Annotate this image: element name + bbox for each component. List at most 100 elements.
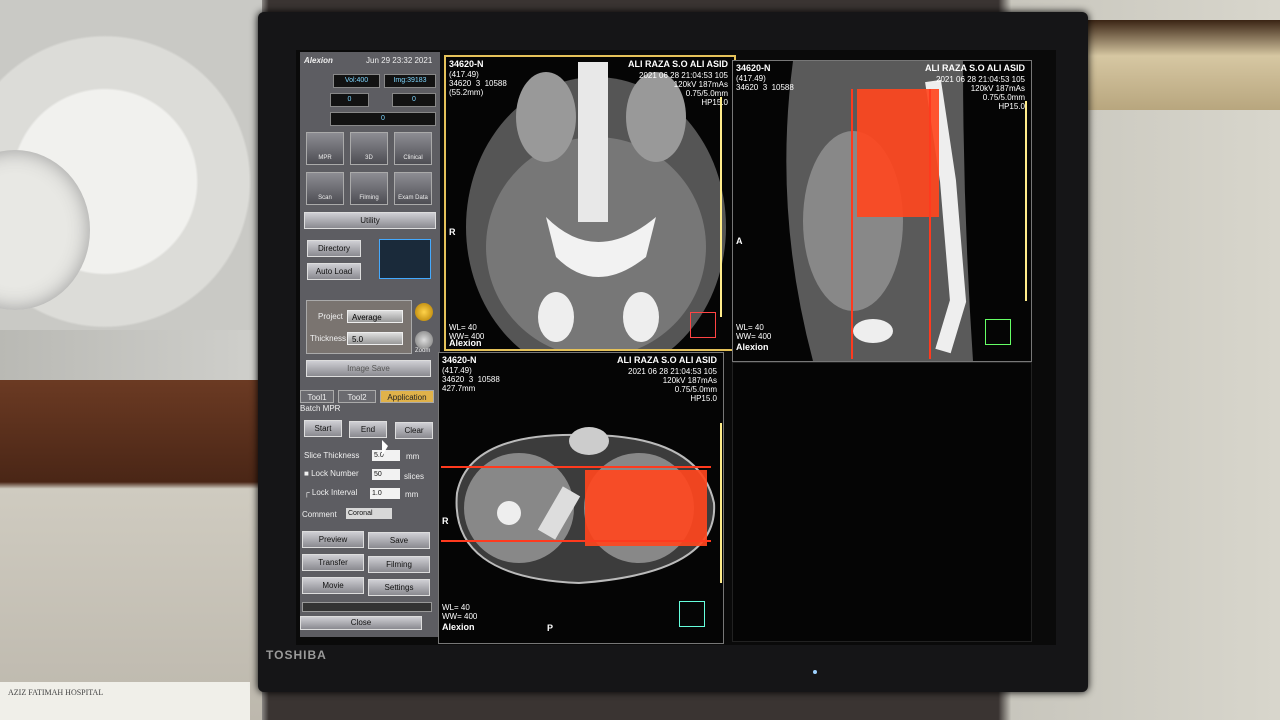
- axial-vendor: Alexion: [442, 622, 475, 632]
- tab-tool1[interactable]: Tool1: [300, 390, 334, 403]
- sagittal-range-line-left[interactable]: [851, 89, 853, 359]
- slice-thickness-label: Slice Thickness: [304, 451, 360, 460]
- axial-range-line-bottom[interactable]: [441, 540, 711, 542]
- axial-orient-bottom: P: [547, 623, 554, 633]
- background-shelf: [1080, 20, 1280, 110]
- lock-interval-input[interactable]: 1.0: [370, 488, 400, 499]
- batch-mpr-label: Batch MPR: [300, 404, 341, 413]
- desk: [0, 380, 262, 720]
- slice-thickness-unit: mm: [406, 452, 420, 461]
- axial-sub: (417.49) 34620 3 10588 427.7mm: [442, 366, 500, 393]
- power-led: [813, 670, 817, 674]
- filming-button-bottom[interactable]: Filming: [368, 556, 430, 573]
- utility-button[interactable]: Utility: [304, 212, 436, 229]
- movie-button[interactable]: Movie: [302, 577, 364, 594]
- lock-interval-checkbox[interactable]: ┌ Lock Interval: [304, 488, 357, 497]
- thickness-label: Thickness: [310, 334, 347, 343]
- axial-wl: WL= 40 WW= 400: [442, 603, 478, 621]
- zoom-label: Zoom: [415, 348, 431, 354]
- lock-interval-label: Lock Interval: [311, 488, 358, 497]
- zoom-icon[interactable]: [415, 331, 433, 349]
- project-select[interactable]: Average: [347, 310, 403, 323]
- image-save-button[interactable]: Image Save: [306, 360, 431, 377]
- sagittal-range-line-right[interactable]: [929, 89, 931, 359]
- auto-load-button[interactable]: Auto Load: [307, 263, 361, 280]
- 3d-label: 3D: [365, 155, 373, 161]
- axial-orientation-cube-icon: [679, 601, 705, 627]
- lock-number-label: Lock Number: [311, 469, 359, 478]
- preview-button[interactable]: Preview: [302, 531, 364, 548]
- mpr-button[interactable]: MPR: [306, 132, 344, 165]
- paper-text: AZIZ FATIMAH HOSPITAL: [8, 688, 104, 697]
- clinical-button[interactable]: Clinical: [394, 132, 432, 165]
- monitor-brand: TOSHIBA: [266, 648, 327, 662]
- zoom-dial-icon[interactable]: [415, 303, 433, 321]
- coronal-sub: (417.49) 34620 3 10588 (55.2mm): [449, 70, 507, 97]
- paper-sheet: AZIZ FATIMAH HOSPITAL: [0, 682, 250, 720]
- 3d-button[interactable]: 3D: [350, 132, 388, 165]
- counter-field-1: 0: [330, 93, 369, 107]
- sagittal-range-overlay[interactable]: [857, 89, 939, 217]
- tab-tool2[interactable]: Tool2: [338, 390, 376, 403]
- sagittal-orient-left: A: [736, 236, 743, 246]
- panel-header: Alexion Jun 29 23:32 2021: [302, 54, 437, 70]
- sagittal-wl: WL= 40 WW= 400: [736, 323, 772, 341]
- scan-button[interactable]: Scan: [306, 172, 344, 205]
- filming-top-label: Filming: [359, 195, 379, 201]
- comment-input[interactable]: Coronal: [346, 508, 392, 519]
- sagittal-scale: [1025, 101, 1027, 301]
- sagittal-patient: ALI RAZA S.O ALI ASID: [925, 63, 1025, 73]
- close-button[interactable]: Close: [300, 616, 422, 630]
- viewport-axial[interactable]: 34620-N (417.49) 34620 3 10588 427.7mm A…: [438, 352, 724, 644]
- clear-button[interactable]: Clear: [395, 422, 433, 439]
- lock-interval-unit: mm: [405, 490, 419, 499]
- sagittal-sub: (417.49) 34620 3 10588: [736, 74, 794, 92]
- transfer-button[interactable]: Transfer: [302, 554, 364, 571]
- counter-field-2: 0: [392, 93, 436, 107]
- sagittal-orientation-cube-icon: [985, 319, 1011, 345]
- viewport-sagittal[interactable]: 34620-N (417.49) 34620 3 10588 ALI RAZA …: [732, 60, 1032, 362]
- clinical-label: Clinical: [403, 155, 423, 161]
- filming-button[interactable]: Filming: [350, 172, 388, 205]
- axial-meta: 2021 06 28 21:04:53 105 120kV 187mAs 0.7…: [628, 367, 717, 403]
- ct-scanner-gantry: [0, 0, 262, 330]
- sagittal-meta: 2021 06 28 21:04:53 105 120kV 187mAs 0.7…: [936, 75, 1025, 111]
- save-button[interactable]: Save: [368, 532, 430, 549]
- axial-scale: [720, 423, 722, 583]
- axial-range-line-top[interactable]: [441, 466, 711, 468]
- coronal-meta: 2021 06 28 21:04:53 105 120kV 187mAs 0.7…: [639, 71, 728, 107]
- lock-number-input[interactable]: 50: [372, 469, 400, 480]
- comment-label: Comment: [302, 510, 337, 519]
- sagittal-vendor: Alexion: [736, 342, 769, 352]
- viewport-coronal[interactable]: 34620-N (417.49) 34620 3 10588 (55.2mm) …: [444, 55, 736, 351]
- axial-range-overlay[interactable]: [585, 470, 707, 546]
- lock-number-checkbox[interactable]: ■ Lock Number: [304, 469, 359, 478]
- gantry-bore: [0, 150, 90, 310]
- start-button[interactable]: Start: [304, 420, 342, 437]
- directory-button[interactable]: Directory: [307, 240, 361, 257]
- progress-bar: [302, 602, 432, 612]
- layout-grid-icon[interactable]: [379, 239, 431, 279]
- mpr-label: MPR: [318, 155, 332, 161]
- coronal-scale: [720, 97, 722, 317]
- scan-label: Scan: [318, 195, 332, 201]
- sagittal-id: 34620-N: [736, 63, 771, 73]
- coronal-patient: ALI RAZA S.O ALI ASID: [628, 59, 728, 69]
- counter-field-3: 0: [330, 112, 436, 126]
- mouse-cursor-icon: [382, 440, 388, 456]
- axial-patient: ALI RAZA S.O ALI ASID: [617, 355, 717, 365]
- axial-id: 34620-N: [442, 355, 477, 365]
- exam-data-button[interactable]: Exam Data: [394, 172, 432, 205]
- coronal-vendor: Alexion: [449, 338, 482, 348]
- project-label: Project: [318, 312, 343, 321]
- end-button[interactable]: End: [349, 421, 387, 438]
- exam-data-label: Exam Data: [398, 195, 428, 201]
- img-field: Img:39183: [384, 74, 436, 88]
- settings-button[interactable]: Settings: [368, 579, 430, 596]
- tab-application[interactable]: Application: [380, 390, 434, 403]
- coronal-id: 34620-N: [449, 59, 484, 69]
- viewport-empty[interactable]: [732, 362, 1032, 642]
- coronal-orient-left: R: [449, 227, 456, 237]
- app-logo: Alexion: [304, 56, 333, 65]
- thickness-select[interactable]: 5.0: [347, 332, 403, 345]
